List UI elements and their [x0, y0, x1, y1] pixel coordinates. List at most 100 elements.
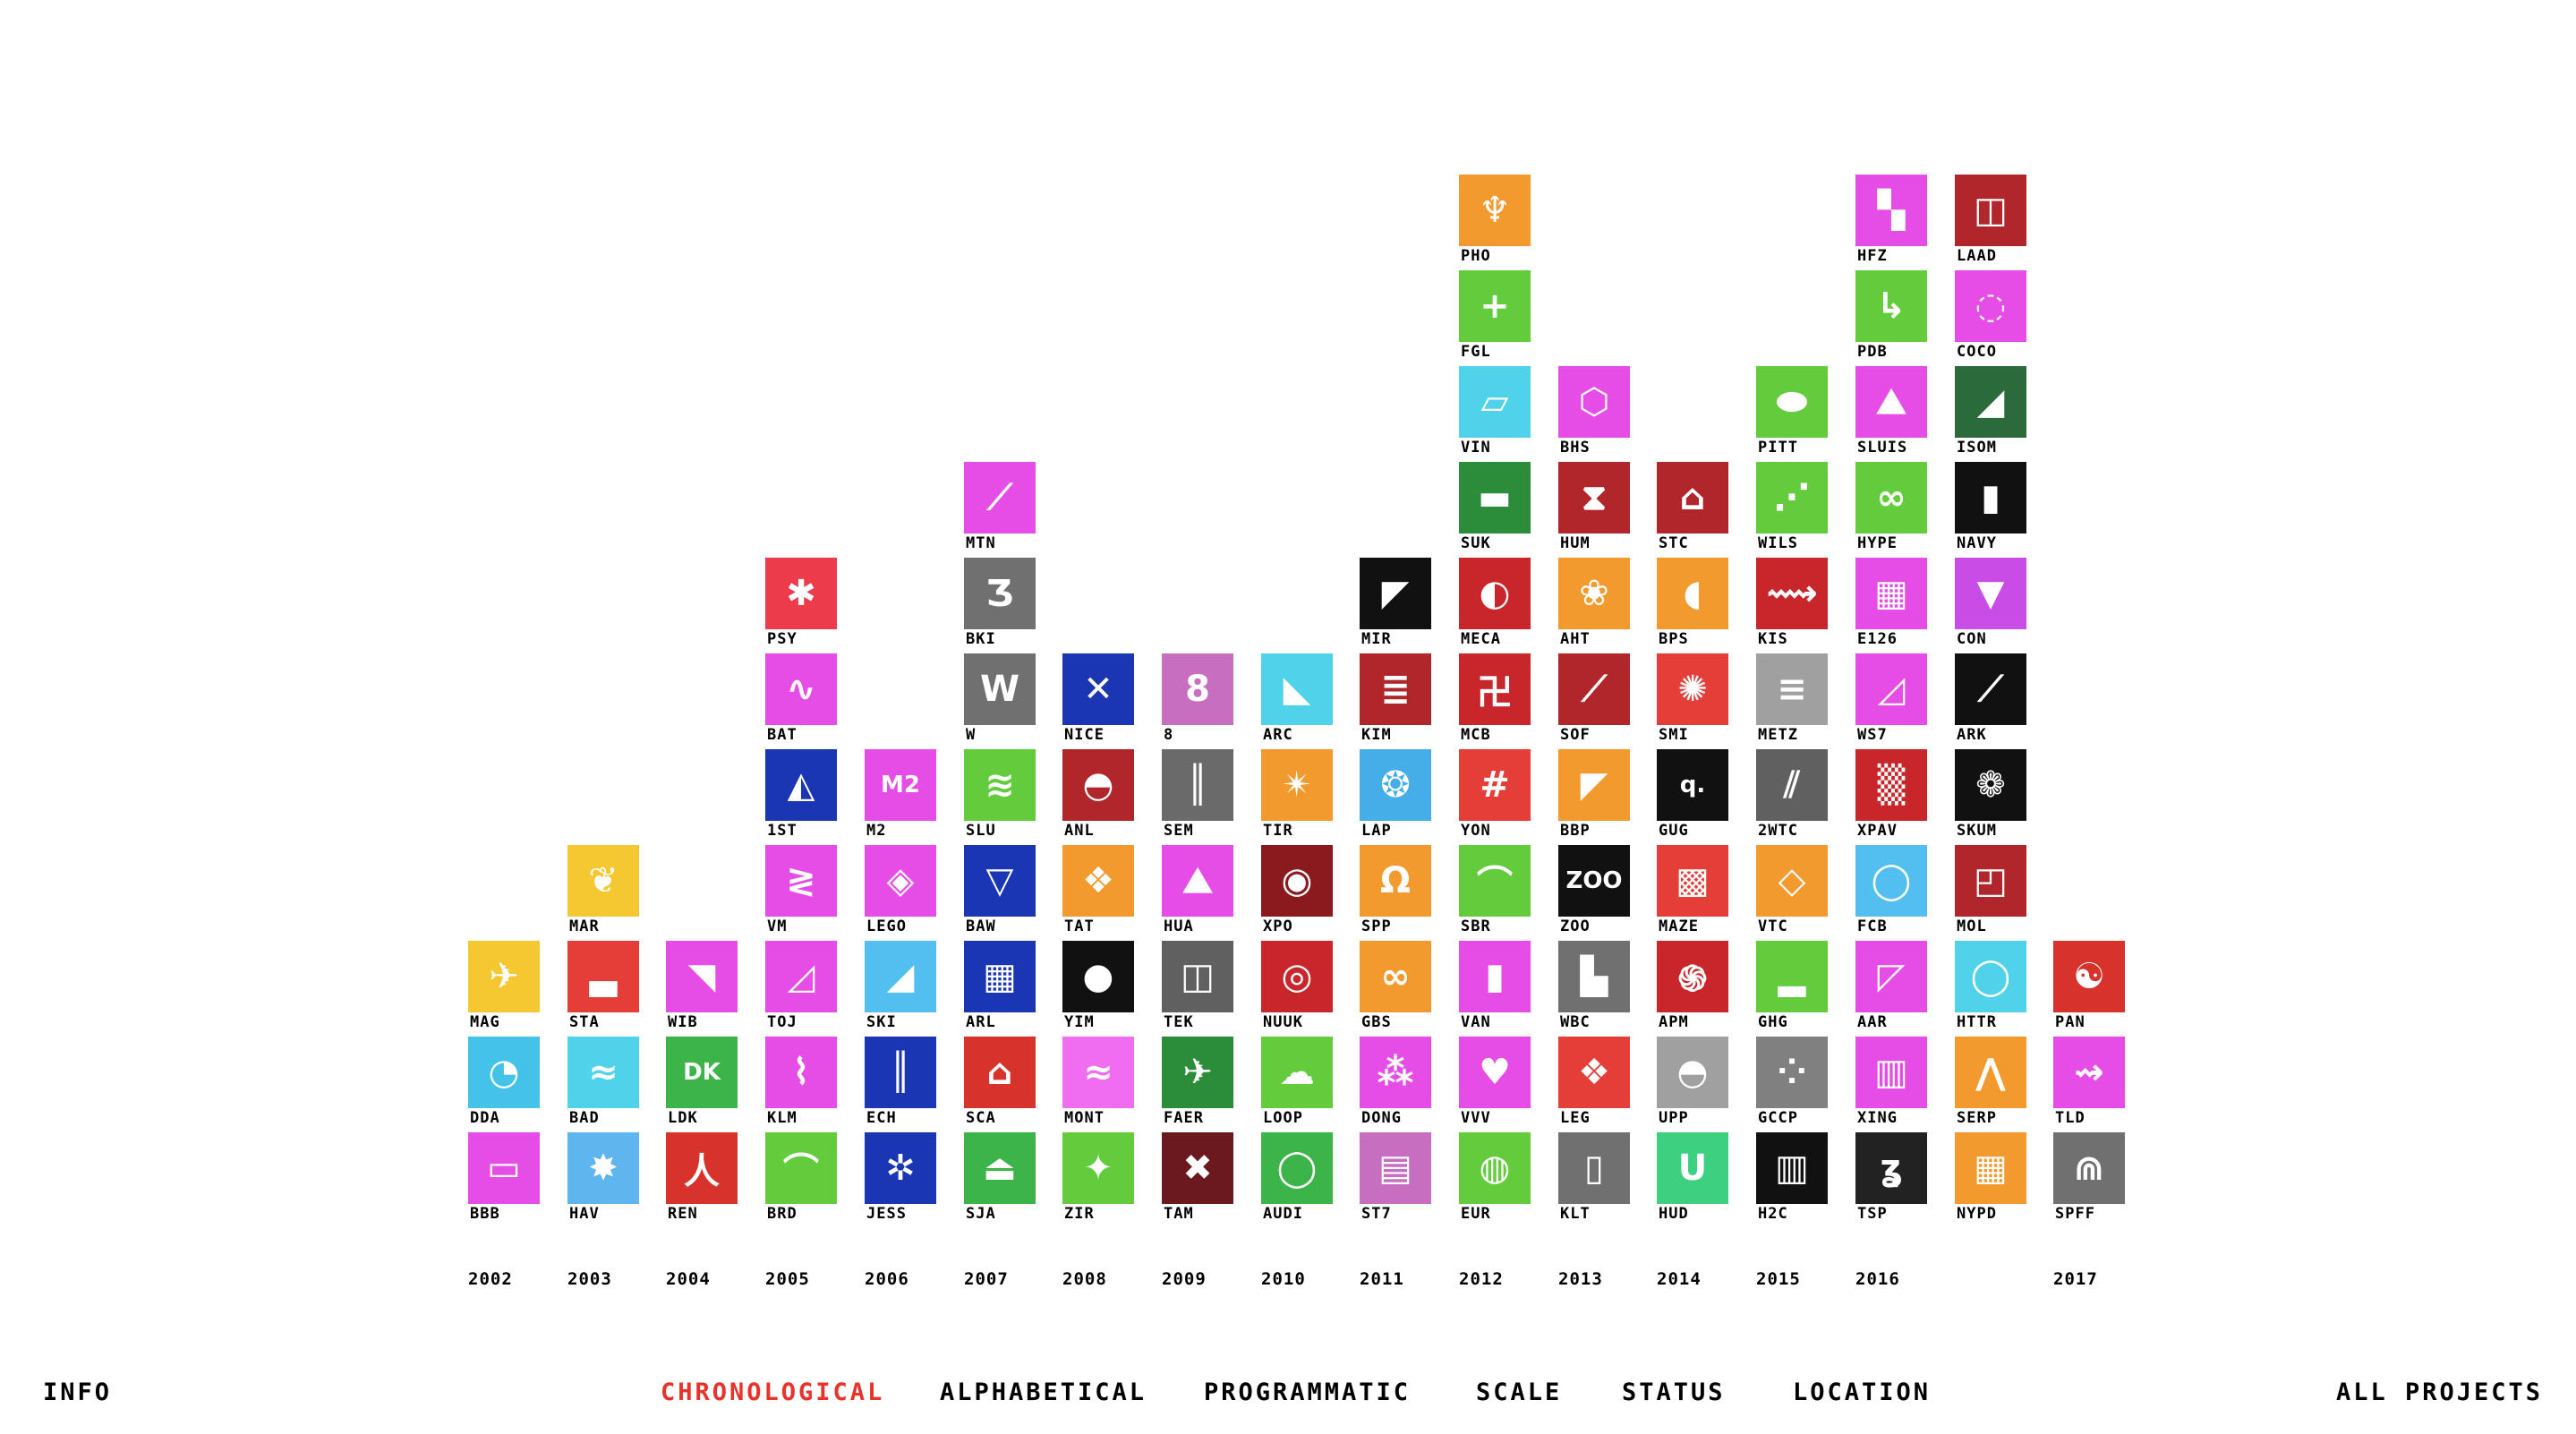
project-tile[interactable]: ⌂ STC — [1657, 462, 1730, 558]
nav-all-projects[interactable]: ALL PROJECTS — [2336, 1379, 2543, 1406]
project-tile[interactable]: ▯ KLT — [1558, 1132, 1632, 1228]
project-tile[interactable]: U HUD — [1657, 1132, 1730, 1228]
project-tile[interactable]: ≷ VM — [765, 845, 839, 941]
project-tile[interactable]: ✲ JESS — [865, 1132, 938, 1228]
project-tile[interactable]: ∞ GBS — [1360, 941, 1433, 1037]
sort-programmatic[interactable]: PROGRAMMATIC — [1204, 1379, 1411, 1406]
project-tile[interactable]: ❖ LEG — [1558, 1037, 1632, 1132]
project-tile[interactable]: ▥ XING — [1855, 1037, 1929, 1132]
project-tile[interactable]: ◍ EUR — [1459, 1132, 1532, 1228]
project-tile[interactable]: ▙ WBC — [1558, 941, 1632, 1037]
project-tile[interactable]: ◤ MIR — [1360, 558, 1433, 653]
project-tile[interactable]: ◣ ARC — [1261, 653, 1335, 749]
project-tile[interactable]: ⟋ ARK — [1955, 653, 2028, 749]
project-tile[interactable]: ◿ TOJ — [765, 941, 839, 1037]
project-tile[interactable]: ↳ PDB — [1855, 270, 1929, 366]
project-tile[interactable]: ⏏ SJA — [964, 1132, 1037, 1228]
project-tile[interactable]: q. GUG — [1657, 749, 1730, 845]
project-tile[interactable]: ◤ BBP — [1558, 749, 1632, 845]
project-tile[interactable]: ✸ HAV — [567, 1132, 641, 1228]
project-tile[interactable]: Ʒ BKI — [964, 558, 1037, 653]
project-tile[interactable]: ⁘ GCCP — [1756, 1037, 1830, 1132]
project-tile[interactable]: ▱ VIN — [1459, 366, 1532, 462]
project-tile[interactable]: 卍 MCB — [1459, 653, 1532, 749]
project-tile[interactable]: ♥ VVV — [1459, 1037, 1532, 1132]
project-tile[interactable]: 88 — [1162, 653, 1235, 749]
project-tile[interactable]: ◢ ISOM — [1955, 366, 2028, 462]
project-tile[interactable]: ⋰ WILS — [1756, 462, 1830, 558]
project-tile[interactable]: ∞ HYPE — [1855, 462, 1929, 558]
project-tile[interactable]: ▤ ST7 — [1360, 1132, 1433, 1228]
project-tile[interactable]: ▥ H2C — [1756, 1132, 1830, 1228]
project-tile[interactable]: ◓ UPP — [1657, 1037, 1730, 1132]
project-tile[interactable]: ║ ECH — [865, 1037, 938, 1132]
project-tile[interactable]: ⟋ MTN — [964, 462, 1037, 558]
project-tile[interactable]: ⇝ TLD — [2053, 1037, 2127, 1132]
project-tile[interactable]: DK LDK — [666, 1037, 739, 1132]
project-tile[interactable]: ʓ TSP — [1855, 1132, 1929, 1228]
project-tile[interactable]: ⋀ SERP — [1955, 1037, 2028, 1132]
project-tile[interactable]: M2 M2 — [865, 749, 938, 845]
project-tile[interactable]: ≋ SLU — [964, 749, 1037, 845]
sort-scale[interactable]: SCALE — [1476, 1379, 1562, 1406]
project-tile[interactable]: ▩ MAZE — [1657, 845, 1730, 941]
sort-alphabetical[interactable]: ALPHABETICAL — [940, 1379, 1147, 1406]
project-tile[interactable]: ◰ MOL — [1955, 845, 2028, 941]
project-tile[interactable]: ◯ FCB — [1855, 845, 1929, 941]
project-tile[interactable]: ✱ PSY — [765, 558, 839, 653]
sort-status[interactable]: STATUS — [1622, 1379, 1726, 1406]
project-tile[interactable]: ▽ BAW — [964, 845, 1037, 941]
sort-location[interactable]: LOCATION — [1793, 1379, 1931, 1406]
project-tile[interactable]: ≣ KIM — [1360, 653, 1433, 749]
project-tile[interactable]: ❦ MAR — [567, 845, 641, 941]
project-tile[interactable]: ❖ TAT — [1062, 845, 1136, 941]
project-tile[interactable]: + FGL — [1459, 270, 1532, 366]
project-tile[interactable]: ● YIM — [1062, 941, 1136, 1037]
sort-chronological[interactable]: CHRONOLOGICAL — [661, 1379, 884, 1406]
project-tile[interactable]: ▚ HFZ — [1855, 175, 1929, 270]
project-tile[interactable]: ⧗ HUM — [1558, 462, 1632, 558]
project-tile[interactable]: ▼ CON — [1955, 558, 2028, 653]
project-tile[interactable]: ⛰ SLUIS — [1855, 366, 1929, 462]
project-tile[interactable]: ▮ VAN — [1459, 941, 1532, 1037]
project-tile[interactable]: ZOO ZOO — [1558, 845, 1632, 941]
project-tile[interactable]: ✺ SMI — [1657, 653, 1730, 749]
project-tile[interactable]: Ω SPP — [1360, 845, 1433, 941]
project-tile[interactable]: ❁ SKUM — [1955, 749, 2028, 845]
project-tile[interactable]: # YON — [1459, 749, 1532, 845]
project-tile[interactable]: ◫ TEK — [1162, 941, 1235, 1037]
project-tile[interactable]: ▭ BBB — [468, 1132, 542, 1228]
project-tile[interactable]: ║ SEM — [1162, 749, 1235, 845]
project-tile[interactable]: ◎ NUUK — [1261, 941, 1335, 1037]
project-tile[interactable]: ⁂ DONG — [1360, 1037, 1433, 1132]
project-tile[interactable]: ≈ MONT — [1062, 1037, 1136, 1132]
project-tile[interactable]: ☯ PAN — [2053, 941, 2127, 1037]
project-tile[interactable]: ✦ ZIR — [1062, 1132, 1136, 1228]
project-tile[interactable]: ▦ ARL — [964, 941, 1037, 1037]
project-tile[interactable]: ◯ HTTR — [1955, 941, 2028, 1037]
project-tile[interactable]: ✖ TAM — [1162, 1132, 1235, 1228]
project-tile[interactable]: ⟿ KIS — [1756, 558, 1830, 653]
project-tile[interactable]: ⋒ SPFF — [2053, 1132, 2127, 1228]
project-tile[interactable]: ⟋ SOF — [1558, 653, 1632, 749]
project-tile[interactable]: ◌ COCO — [1955, 270, 2028, 366]
project-tile[interactable]: ✴ TIR — [1261, 749, 1335, 845]
project-tile[interactable]: ▮ NAVY — [1955, 462, 2028, 558]
project-tile[interactable]: ⌇ KLM — [765, 1037, 839, 1132]
project-tile[interactable]: ◭ 1ST — [765, 749, 839, 845]
project-tile[interactable]: ☁ LOOP — [1261, 1037, 1335, 1132]
project-tile[interactable]: ◯ AUDI — [1261, 1132, 1335, 1228]
project-tile[interactable]: ✈ FAER — [1162, 1037, 1235, 1132]
project-tile[interactable]: ◸ AAR — [1855, 941, 1929, 1037]
project-tile[interactable]: ✈ MAG — [468, 941, 542, 1037]
project-tile[interactable]: ◔ DDA — [468, 1037, 542, 1132]
project-tile[interactable]: ❀ AHT — [1558, 558, 1632, 653]
project-tile[interactable]: ♆ PHO — [1459, 175, 1532, 270]
project-tile[interactable]: ◫ LAAD — [1955, 175, 2028, 270]
project-tile[interactable]: ◢ SKI — [865, 941, 938, 1037]
project-tile[interactable]: ≈ BAD — [567, 1037, 641, 1132]
project-tile[interactable]: ⌒ BRD — [765, 1132, 839, 1228]
project-tile[interactable]: ❂ LAP — [1360, 749, 1433, 845]
project-tile[interactable]: ⛰ HUA — [1162, 845, 1235, 941]
project-tile[interactable]: ▂ GHG — [1756, 941, 1830, 1037]
